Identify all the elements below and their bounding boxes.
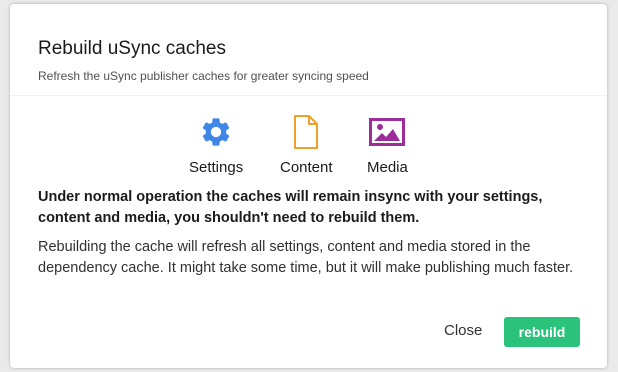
cache-type-media: Media bbox=[367, 114, 408, 177]
warning-text: Under normal operation the caches will r… bbox=[38, 189, 543, 226]
cache-type-content: Content bbox=[280, 114, 333, 177]
cache-type-label: Content bbox=[280, 159, 333, 176]
rebuild-caches-dialog: Rebuild uSync caches Refresh the uSync p… bbox=[10, 4, 607, 368]
image-icon bbox=[367, 114, 407, 150]
document-icon bbox=[286, 114, 326, 150]
gear-icon bbox=[196, 114, 236, 150]
dialog-subtitle: Refresh the uSync publisher caches for g… bbox=[38, 69, 369, 83]
cache-type-label: Media bbox=[367, 159, 408, 176]
header-divider bbox=[10, 95, 607, 96]
rebuild-button[interactable]: rebuild bbox=[504, 317, 580, 347]
info-text: Rebuilding the cache will refresh all se… bbox=[38, 239, 574, 276]
close-button[interactable]: Close bbox=[444, 322, 482, 339]
cache-type-label: Settings bbox=[189, 159, 244, 176]
dialog-title: Rebuild uSync caches bbox=[38, 38, 226, 59]
cache-type-settings: Settings bbox=[189, 114, 243, 177]
